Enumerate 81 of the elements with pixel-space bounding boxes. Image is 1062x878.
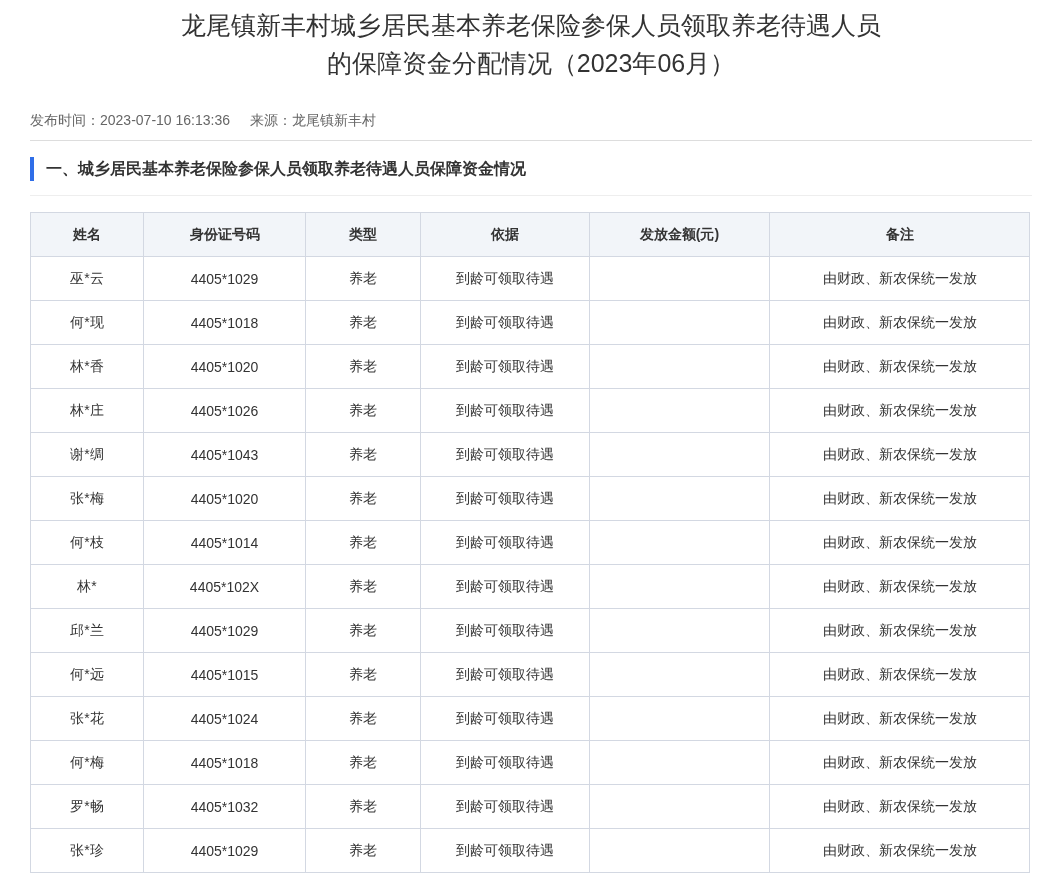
column-header: 身份证号码 (143, 212, 306, 257)
table-cell: 养老 (305, 476, 421, 521)
table-cell: 由财政、新农保统一发放 (769, 432, 1030, 477)
table-cell: 到龄可领取待遇 (420, 784, 590, 829)
table-cell: 到龄可领取待遇 (420, 388, 590, 433)
table-cell: 到龄可领取待遇 (420, 432, 590, 477)
table-cell: 4405*1029 (143, 828, 306, 873)
table-cell: 由财政、新农保统一发放 (769, 784, 1030, 829)
table-cell: 到龄可领取待遇 (420, 520, 590, 565)
section-heading: 一、城乡居民基本养老保险参保人员领取养老待遇人员保障资金情况 (46, 158, 526, 179)
table-cell: 到龄可领取待遇 (420, 344, 590, 389)
table-cell: 罗*畅 (30, 784, 144, 829)
table-cell: 由财政、新农保统一发放 (769, 344, 1030, 389)
table-cell: 4405*1014 (143, 520, 306, 565)
table-cell: 养老 (305, 696, 421, 741)
table-cell: 由财政、新农保统一发放 (769, 828, 1030, 873)
column-header: 备注 (769, 212, 1030, 257)
table-cell: 张*花 (30, 696, 144, 741)
table-cell: 到龄可领取待遇 (420, 256, 590, 301)
table-cell: 养老 (305, 784, 421, 829)
table-cell: 到龄可领取待遇 (420, 300, 590, 345)
table-cell: 由财政、新农保统一发放 (769, 696, 1030, 741)
table-cell: 由财政、新农保统一发放 (769, 564, 1030, 609)
article-source: 来源：龙尾镇新丰村 (250, 112, 376, 130)
column-header: 类型 (305, 212, 421, 257)
table-cell: 养老 (305, 828, 421, 873)
table-cell: 到龄可领取待遇 (420, 476, 590, 521)
table-cell: 谢*绸 (30, 432, 144, 477)
table-cell: 张*梅 (30, 476, 144, 521)
table-cell: 由财政、新农保统一发放 (769, 608, 1030, 653)
table-cell: 到龄可领取待遇 (420, 696, 590, 741)
table-cell: 养老 (305, 608, 421, 653)
table-cell: 到龄可领取待遇 (420, 608, 590, 653)
table-cell: 养老 (305, 256, 421, 301)
table-cell: 何*远 (30, 652, 144, 697)
table-cell: 养老 (305, 432, 421, 477)
table-cell: 4405*1018 (143, 740, 306, 785)
article-title: 龙尾镇新丰村城乡居民基本养老保险参保人员领取养老待遇人员的保障资金分配情况（2023年06月） (180, 10, 882, 79)
table-cell: 到龄可领取待遇 (420, 652, 590, 697)
table-cell: 4405*1018 (143, 300, 306, 345)
table-cell: 养老 (305, 388, 421, 433)
table-cell: 4405*1020 (143, 476, 306, 521)
table-cell: 4405*1020 (143, 344, 306, 389)
table-cell: 到龄可领取待遇 (420, 740, 590, 785)
table-cell: 林* (30, 564, 144, 609)
table-cell: 林*香 (30, 344, 144, 389)
table-cell: 由财政、新农保统一发放 (769, 740, 1030, 785)
table-cell: 养老 (305, 652, 421, 697)
publish-time: 发布时间：2023-07-10 16:13:36 (30, 112, 230, 130)
table-cell: 邱*兰 (30, 608, 144, 653)
table-cell: 巫*云 (30, 256, 144, 301)
table-cell: 4405*1029 (143, 256, 306, 301)
table-cell: 到龄可领取待遇 (420, 564, 590, 609)
table-cell: 养老 (305, 300, 421, 345)
table-cell: 4405*1026 (143, 388, 306, 433)
table-cell: 4405*1032 (143, 784, 306, 829)
table-cell: 由财政、新农保统一发放 (769, 300, 1030, 345)
table-cell: 4405*1024 (143, 696, 306, 741)
table-cell: 由财政、新农保统一发放 (769, 256, 1030, 301)
table-cell: 4405*1043 (143, 432, 306, 477)
table-cell: 4405*1015 (143, 652, 306, 697)
table-cell: 由财政、新农保统一发放 (769, 476, 1030, 521)
column-header: 发放金额(元) (589, 212, 770, 257)
table-cell: 4405*102X (143, 564, 306, 609)
table-cell: 何*枝 (30, 520, 144, 565)
table-cell: 到龄可领取待遇 (420, 828, 590, 873)
column-header: 姓名 (30, 212, 144, 257)
table-cell: 林*庄 (30, 388, 144, 433)
table-cell: 何*现 (30, 300, 144, 345)
column-header: 依据 (420, 212, 590, 257)
table-cell: 养老 (305, 740, 421, 785)
table-cell: 4405*1029 (143, 608, 306, 653)
table-cell: 养老 (305, 564, 421, 609)
accent-bar (30, 157, 34, 181)
table-cell: 养老 (305, 344, 421, 389)
table-cell: 张*珍 (30, 828, 144, 873)
table-cell: 由财政、新农保统一发放 (769, 388, 1030, 433)
table-cell: 何*梅 (30, 740, 144, 785)
table-cell: 由财政、新农保统一发放 (769, 520, 1030, 565)
table-cell: 由财政、新农保统一发放 (769, 652, 1030, 697)
table-cell: 养老 (305, 520, 421, 565)
